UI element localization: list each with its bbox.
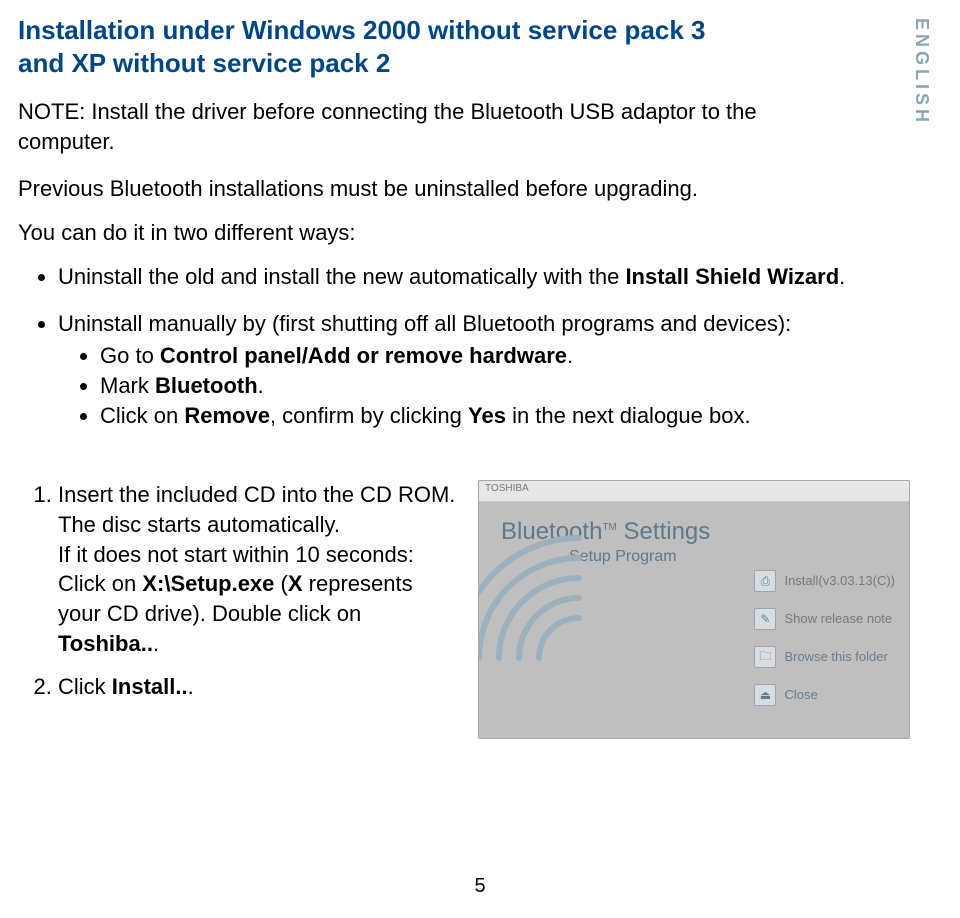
bullet-text: Uninstall manually by (first shutting of… <box>58 311 791 336</box>
sub-text-pre: Click on <box>100 403 184 428</box>
bullet-item-manual: Uninstall manually by (first shutting of… <box>58 309 910 430</box>
folder-icon: 🗀 <box>754 646 776 668</box>
menu-label: Browse this folder <box>784 650 887 664</box>
paragraph-two-ways: You can do it in two different ways: <box>18 218 788 248</box>
menu-label: Show release note <box>784 612 892 626</box>
step-bold: X <box>288 571 303 596</box>
setup-menu-install[interactable]: ⎙ Install(v3.03.13(C)) <box>754 570 895 592</box>
page-number: 5 <box>0 875 960 898</box>
bullet-bold: Install Shield Wizard <box>625 264 839 289</box>
sub-text-post: . <box>258 373 264 398</box>
bullet-text: Uninstall the old and install the new au… <box>58 264 625 289</box>
step-bold: Toshiba.. <box>58 631 153 656</box>
setup-menu-close[interactable]: ⏏ Close <box>754 684 895 706</box>
step-text: Double click on <box>212 601 361 626</box>
sub-bullet-control-panel: Go to Control panel/Add or remove hardwa… <box>100 341 910 371</box>
setup-menu-browse[interactable]: 🗀 Browse this folder <box>754 646 895 668</box>
sub-text-mid: , confirm by clicking <box>270 403 468 428</box>
sub-text-bold: Remove <box>184 403 270 428</box>
step-bold: X:\Setup.exe <box>142 571 274 596</box>
bullet-list: Uninstall the old and install the new au… <box>18 262 910 430</box>
sub-text-pre: Mark <box>100 373 155 398</box>
menu-label: Close <box>784 688 817 702</box>
step-text: ( <box>281 571 288 596</box>
setup-title-right: Settings <box>617 518 710 545</box>
step-text: . <box>153 631 159 656</box>
setup-trademark: TM <box>602 522 616 533</box>
close-icon: ⏏ <box>754 684 776 706</box>
sub-text-bold: Bluetooth <box>155 373 258 398</box>
paragraph-previous-install: Previous Bluetooth installations must be… <box>18 174 788 204</box>
setup-subtitle: Setup Program <box>569 548 891 566</box>
menu-label: Install(v3.03.13(C)) <box>784 574 895 588</box>
install-icon: ⎙ <box>754 570 776 592</box>
sub-bullet-remove: Click on Remove, confirm by clicking Yes… <box>100 401 910 431</box>
ordered-steps: Insert the included CD into the CD ROM. … <box>18 480 458 716</box>
step-text: Insert the included CD into the CD ROM. … <box>58 482 455 537</box>
setup-menu-release-note[interactable]: ✎ Show release note <box>754 608 895 630</box>
sub-bullet-list: Go to Control panel/Add or remove hardwa… <box>58 341 910 430</box>
setup-titlebar: TOSHIBA <box>479 481 909 502</box>
sub-text-bold: Control panel/Add or remove hardware <box>160 343 567 368</box>
step-text-post: . <box>188 674 194 699</box>
bullet-item-auto: Uninstall the old and install the new au… <box>58 262 910 292</box>
setup-dialog: TOSHIBA BluetoothTM Settings Setup Progr… <box>478 480 910 739</box>
step-insert-cd: Insert the included CD into the CD ROM. … <box>58 480 458 658</box>
note-icon: ✎ <box>754 608 776 630</box>
note-text: NOTE: Install the driver before connecti… <box>18 97 788 156</box>
sub-text-bold2: Yes <box>468 403 506 428</box>
heading-line-1: Installation under Windows 2000 without … <box>18 15 706 45</box>
step-click-install: Click Install... <box>58 672 458 702</box>
setup-title: BluetoothTM Settings <box>501 518 891 546</box>
sub-bullet-mark-bluetooth: Mark Bluetooth. <box>100 371 910 401</box>
sub-text-post: in the next dialogue box. <box>506 403 751 428</box>
sub-text-post: . <box>567 343 573 368</box>
setup-menu: ⎙ Install(v3.03.13(C)) ✎ Show release no… <box>754 570 895 706</box>
language-side-label: ENGLISH <box>911 18 932 126</box>
step-bold: Install.. <box>112 674 188 699</box>
sub-text-pre: Go to <box>100 343 160 368</box>
step-text-pre: Click <box>58 674 112 699</box>
section-heading: Installation under Windows 2000 without … <box>18 14 798 79</box>
bullet-text-end: . <box>839 264 845 289</box>
setup-brand: TOSHIBA <box>485 483 529 494</box>
setup-title-left: Bluetooth <box>501 518 602 545</box>
heading-line-2: and XP without service pack 2 <box>18 48 390 78</box>
